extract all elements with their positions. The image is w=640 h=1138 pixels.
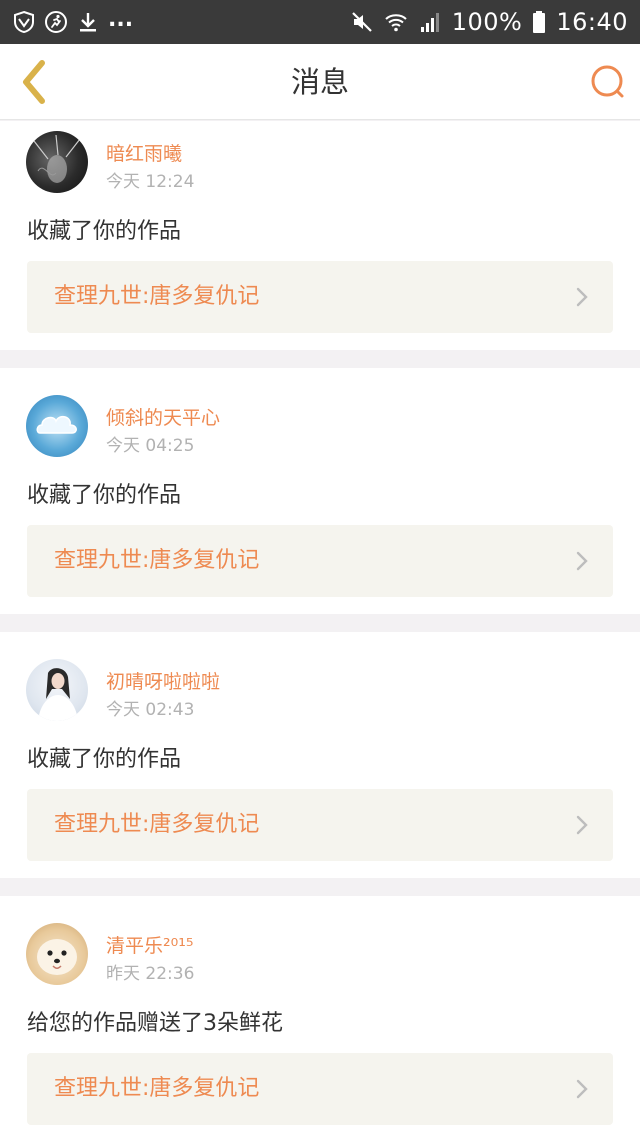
download-icon <box>80 13 96 32</box>
chevron-right-icon <box>576 551 588 571</box>
search-button[interactable] <box>588 62 628 102</box>
clock: 16:40 <box>556 8 628 36</box>
work-title: 查理九世:唐多复仇记 <box>54 1076 260 1101</box>
status-left: ... <box>12 6 134 36</box>
message-time: 昨天 22:36 <box>106 964 195 984</box>
message-card: 清平乐²⁰¹⁵ 昨天 22:36 给您的作品赠送了3朵鲜花 查理九世:唐多复仇记 <box>0 896 640 1138</box>
work-title: 查理九世:唐多复仇记 <box>54 812 260 837</box>
shield-icon <box>14 10 34 34</box>
work-link[interactable]: 查理九世:唐多复仇记 <box>27 1053 613 1125</box>
avatar[interactable] <box>26 659 88 721</box>
avatar[interactable] <box>26 131 88 193</box>
action-text: 收藏了你的作品 <box>27 747 182 772</box>
chevron-right-icon <box>576 815 588 835</box>
status-bar: ... 100% 16:40 <box>0 0 640 44</box>
search-icon <box>591 65 624 98</box>
status-right: 100% 16:40 <box>350 6 628 38</box>
chevron-right-icon <box>576 287 588 307</box>
user-name[interactable]: 清平乐²⁰¹⁵ <box>106 931 193 958</box>
avatar[interactable] <box>26 395 88 457</box>
message-card: 初晴呀啦啦啦 今天 02:43 收藏了你的作品 查理九世:唐多复仇记 <box>0 632 640 878</box>
avatar-image <box>36 415 77 434</box>
message-time: 今天 12:24 <box>106 172 195 192</box>
back-button[interactable] <box>12 58 56 106</box>
running-icon <box>45 11 67 33</box>
message-card: 倾斜的天平心 今天 04:25 收藏了你的作品 查理九世:唐多复仇记 <box>0 368 640 614</box>
work-title: 查理九世:唐多复仇记 <box>54 284 260 309</box>
action-text: 给您的作品赠送了3朵鲜花 <box>27 1011 283 1036</box>
battery-icon <box>533 11 546 33</box>
work-title: 查理九世:唐多复仇记 <box>54 548 260 573</box>
battery-percent: 100% <box>451 8 523 36</box>
avatar-image <box>33 134 81 183</box>
avatar-image <box>38 668 78 721</box>
action-text: 收藏了你的作品 <box>27 483 182 508</box>
signal-icon <box>420 13 439 32</box>
message-time: 今天 02:43 <box>106 700 195 720</box>
nav-header: 消息 <box>0 44 640 120</box>
action-text: 收藏了你的作品 <box>27 219 182 244</box>
user-name[interactable]: 初晴呀啦啦啦 <box>106 667 220 694</box>
chevron-right-icon <box>576 1079 588 1099</box>
message-time: 今天 04:25 <box>106 436 195 456</box>
page-title: 消息 <box>290 65 349 99</box>
work-link[interactable]: 查理九世:唐多复仇记 <box>27 789 613 861</box>
message-card: 暗红雨曦 今天 12:24 收藏了你的作品 查理九世:唐多复仇记 <box>0 121 640 350</box>
user-name[interactable]: 暗红雨曦 <box>106 139 182 166</box>
user-name[interactable]: 倾斜的天平心 <box>106 403 220 430</box>
work-link[interactable]: 查理九世:唐多复仇记 <box>27 261 613 333</box>
avatar-image <box>37 939 77 975</box>
work-link[interactable]: 查理九世:唐多复仇记 <box>27 525 613 597</box>
wifi-icon <box>384 14 407 32</box>
chevron-left-icon <box>23 60 45 104</box>
status-more: ... <box>108 6 134 32</box>
mute-icon <box>351 12 372 32</box>
avatar[interactable] <box>26 923 88 985</box>
